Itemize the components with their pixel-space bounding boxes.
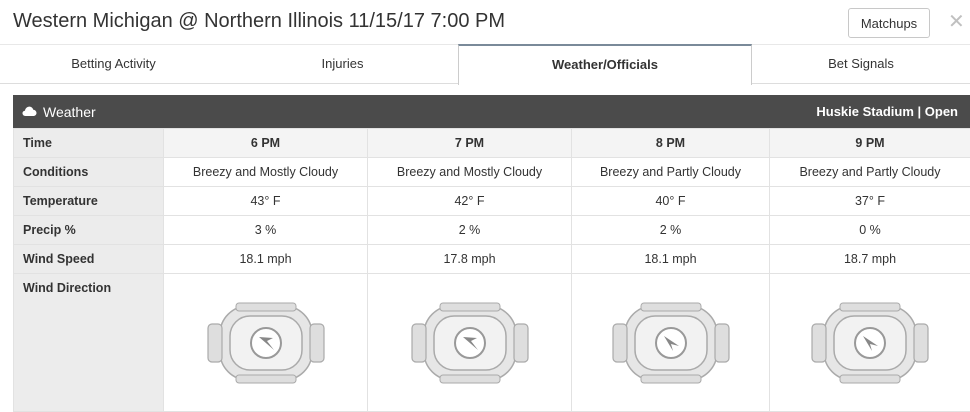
- wind-speed-cell: 18.1 mph: [572, 245, 770, 274]
- precip-cell: 2 %: [572, 216, 770, 245]
- row-label-temperature: Temperature: [14, 187, 164, 216]
- wind-speed-cell: 18.7 mph: [770, 245, 970, 274]
- conditions-cell: Breezy and Mostly Cloudy: [164, 158, 368, 187]
- row-label-precip: Precip %: [14, 216, 164, 245]
- stadium-wind-arrow-icon: [206, 302, 326, 384]
- modal-header: Western Michigan @ Northern Illinois 11/…: [0, 0, 970, 44]
- tab-bet-signals[interactable]: Bet Signals: [752, 44, 970, 84]
- temperature-row: Temperature 43° F 42° F 40° F 37° F: [14, 187, 970, 216]
- stadium-wind-arrow-icon: [611, 302, 731, 384]
- cloud-icon: [22, 105, 37, 117]
- wind-speed-cell: 17.8 mph: [368, 245, 572, 274]
- wind-direction-cell: [164, 274, 368, 412]
- tab-betting-activity[interactable]: Betting Activity: [0, 44, 227, 84]
- row-label-wind-speed: Wind Speed: [14, 245, 164, 274]
- row-label-conditions: Conditions: [14, 158, 164, 187]
- tab-weather-officials[interactable]: Weather/Officials: [458, 44, 752, 85]
- weather-panel: Weather Huskie Stadium | Open Time 6 PM …: [13, 95, 970, 405]
- wind-direction-cell: [368, 274, 572, 412]
- wind-direction-cell: [572, 274, 770, 412]
- conditions-row: Conditions Breezy and Mostly Cloudy Bree…: [14, 158, 970, 187]
- weather-panel-header: Weather Huskie Stadium | Open: [13, 95, 970, 128]
- stadium-wind-arrow-icon: [810, 302, 930, 384]
- wind-direction-row: Wind Direction: [14, 274, 970, 412]
- row-label-wind-direction: Wind Direction: [14, 274, 164, 412]
- temperature-cell: 37° F: [770, 187, 970, 216]
- time-row: Time 6 PM 7 PM 8 PM 9 PM: [14, 129, 970, 158]
- wind-speed-row: Wind Speed 18.1 mph 17.8 mph 18.1 mph 18…: [14, 245, 970, 274]
- temperature-cell: 40° F: [572, 187, 770, 216]
- conditions-cell: Breezy and Mostly Cloudy: [368, 158, 572, 187]
- weather-title: Weather: [43, 104, 96, 120]
- stadium-wind-arrow-icon: [410, 302, 530, 384]
- time-cell: 6 PM: [164, 129, 368, 158]
- wind-direction-cell: [770, 274, 970, 412]
- page-title: Western Michigan @ Northern Illinois 11/…: [13, 10, 505, 33]
- precip-cell: 0 %: [770, 216, 970, 245]
- row-label-time: Time: [14, 129, 164, 158]
- precip-row: Precip % 3 % 2 % 2 % 0 %: [14, 216, 970, 245]
- time-cell: 9 PM: [770, 129, 970, 158]
- precip-cell: 3 %: [164, 216, 368, 245]
- conditions-cell: Breezy and Partly Cloudy: [770, 158, 970, 187]
- time-cell: 8 PM: [572, 129, 770, 158]
- weather-table: Time 6 PM 7 PM 8 PM 9 PM Conditions Bree…: [13, 128, 970, 412]
- tab-injuries[interactable]: Injuries: [227, 44, 458, 84]
- wind-speed-cell: 18.1 mph: [164, 245, 368, 274]
- precip-cell: 2 %: [368, 216, 572, 245]
- temperature-cell: 43° F: [164, 187, 368, 216]
- close-icon[interactable]: ✕: [948, 10, 965, 34]
- tab-bar: Betting Activity Injuries Weather/Offici…: [0, 44, 970, 84]
- conditions-cell: Breezy and Partly Cloudy: [572, 158, 770, 187]
- venue-label: Huskie Stadium | Open: [816, 104, 958, 119]
- time-cell: 7 PM: [368, 129, 572, 158]
- temperature-cell: 42° F: [368, 187, 572, 216]
- matchups-button[interactable]: Matchups: [848, 8, 930, 38]
